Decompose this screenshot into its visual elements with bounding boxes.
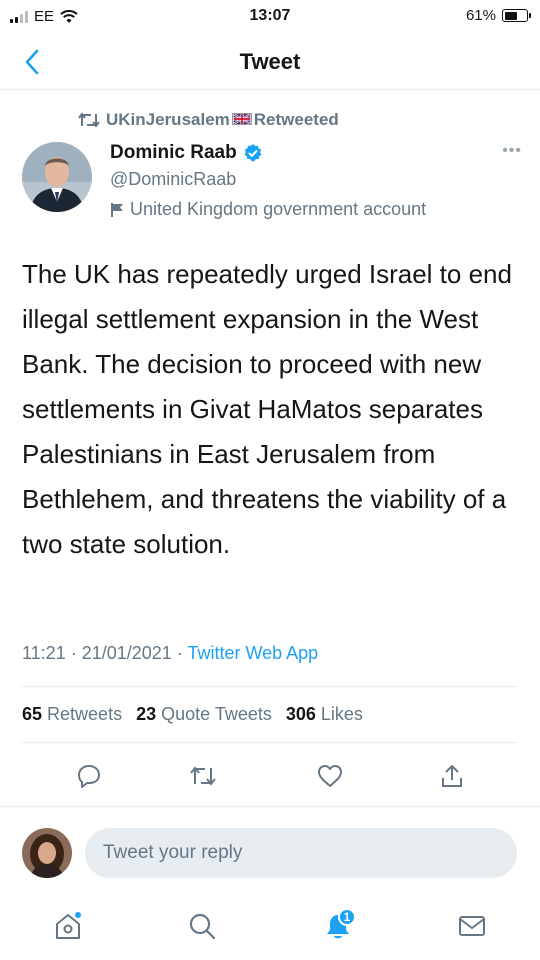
likes-label: Likes [320,704,363,724]
reply-input[interactable] [85,828,517,878]
author-avatar-image [22,142,92,212]
tab-search[interactable] [182,906,222,946]
retweet-button[interactable] [187,760,219,792]
quote-tweets-stat[interactable]: 23 Quote Tweets [136,704,272,725]
government-account-label: United Kingdom government account [110,199,426,220]
quote-tweets-label: Quote Tweets [161,704,272,724]
reply-icon [78,765,100,788]
retweet-icon [78,112,100,128]
like-button[interactable] [314,760,346,792]
reply-button[interactable] [73,760,105,792]
uk-flag-icon [231,113,252,125]
author-display-name[interactable]: Dominic Raab [110,142,237,164]
battery-percent: 61% [465,7,496,24]
nav-bar: Tweet [0,34,540,90]
like-heart-icon [318,765,342,787]
page-title: Tweet [239,49,301,74]
share-button[interactable] [436,760,468,792]
retweets-label: Retweets [47,704,123,724]
divider [22,686,518,687]
likes-count: 306 [285,704,316,724]
user-avatar[interactable] [22,828,72,878]
retweet-context[interactable]: UKinJerusalem Retweeted [78,110,339,130]
quote-tweets-count: 23 [136,704,157,724]
likes-stat[interactable]: 306 Likes [286,704,363,725]
tweet-actions [22,756,518,796]
share-icon [442,764,462,787]
retweet-action-icon [190,766,216,786]
tab-bar: 1 [0,892,540,960]
status-time: 13:07 [249,7,291,24]
author-name-line: Dominic Raab [110,142,263,164]
tab-messages[interactable] [452,906,492,946]
author-avatar[interactable] [22,142,92,212]
retweeted-label: Retweeted [253,110,339,129]
tab-notifications[interactable]: 1 [318,906,358,946]
user-avatar-image [22,828,72,878]
status-bar: EE 13:07 61% [0,0,540,34]
status-bar-right: 61% [465,7,531,24]
reply-composer [0,826,540,882]
more-dots-icon[interactable]: ••• [502,142,522,160]
tab-home[interactable] [48,906,88,946]
tweet-text: The UK has repeatedly urged Israel to en… [22,259,512,559]
battery-fill [504,11,518,20]
tweet-source-app[interactable]: Twitter Web App [187,643,318,663]
divider [0,806,540,807]
verified-badge-icon [244,144,262,162]
government-flag-icon [111,202,123,217]
battery-icon [502,9,531,22]
home-icon [56,912,81,939]
tweet-timestamp: 11:21 · 21/01/2021 · [22,643,188,663]
tweet-meta: 11:21 · 21/01/2021 · Twitter Web App [22,643,318,664]
author-handle[interactable]: @DominicRaab [110,169,236,190]
divider [22,742,518,743]
tweet-author: Dominic Raab @DominicRaab United Kingdom… [22,142,522,226]
retweets-stat[interactable]: 65 Retweets [22,704,122,725]
tweet-stats: 65 Retweets 23 Quote Tweets 306 Likes [22,704,363,725]
retweets-count: 65 [22,704,43,724]
government-account-text: United Kingdom government account [130,199,427,219]
retweeter-name: UKinJerusalem [106,110,230,129]
notification-badge: 1 [338,908,356,926]
messages-envelope-icon [459,916,485,936]
search-icon [189,913,216,940]
